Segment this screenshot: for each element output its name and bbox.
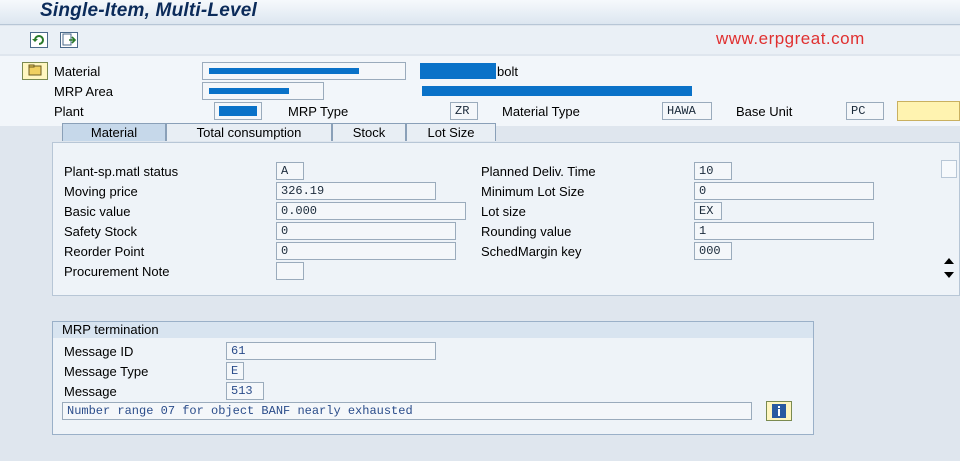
planned-deliv-time-label: Planned Deliv. Time [481,164,596,179]
mrp-area-label: MRP Area [54,84,114,99]
mrp-area-description-redacted [422,86,692,96]
material-description-redacted [420,63,496,79]
procurement-note-label: Procurement Note [64,264,170,279]
moving-price-field[interactable]: 326.19 [276,182,436,200]
message-number-field[interactable]: 513 [226,382,264,400]
message-info-button[interactable] [766,401,792,421]
basic-value-label: Basic value [64,204,131,219]
base-unit-highlight-field[interactable] [897,101,960,121]
mrp-type-field[interactable]: ZR [450,102,478,120]
moving-price-label: Moving price [64,184,138,199]
mrp-area-field[interactable] [202,82,324,100]
refresh-icon[interactable] [30,32,48,48]
message-label: Message [64,384,117,399]
scrollbar-thumb[interactable] [941,160,957,178]
watermark-text: www.erpgreat.com [716,29,865,48]
base-unit-field[interactable]: PC [846,102,884,120]
scroll-up-icon[interactable] [943,256,955,266]
message-type-label: Message Type [64,364,149,379]
material-select-icon[interactable] [22,62,48,80]
minimum-lot-size-label: Minimum Lot Size [481,184,585,199]
message-text-field[interactable]: Number range 07 for object BANF nearly e… [62,402,752,420]
reorder-point-field[interactable]: 0 [276,242,456,260]
mrp-termination-header [53,322,813,338]
material-label: Material [54,64,101,79]
procurement-note-field[interactable] [276,262,304,280]
material-type-field[interactable]: HAWA [662,102,712,120]
page-title: Single-Item, Multi-Level [40,0,257,21]
basic-value-field[interactable]: 0.000 [276,202,466,220]
mrp-type-label: MRP Type [288,104,349,119]
schedmargin-key-label: SchedMargin key [481,244,582,259]
message-id-label: Message ID [64,344,134,359]
plant-label: Plant [54,104,84,119]
reorder-point-label: Reorder Point [64,244,145,259]
rounding-value-label: Rounding value [481,224,572,239]
base-unit-label: Base Unit [736,104,793,119]
schedmargin-key-field[interactable]: 000 [694,242,732,260]
safety-stock-label: Safety Stock [64,224,137,239]
export-icon[interactable] [60,32,78,48]
vertical-scrollbar[interactable] [939,158,959,282]
plant-matl-status-field[interactable]: A [276,162,304,180]
lot-size-label: Lot size [481,204,526,219]
message-type-field[interactable]: E [226,362,244,380]
material-type-label: Material Type [502,104,580,119]
info-icon [772,404,786,418]
tab-stock[interactable]: Stock [332,123,406,141]
minimum-lot-size-field[interactable]: 0 [694,182,874,200]
tab-total-consumption[interactable]: Total consumption [166,123,332,141]
rounding-value-field[interactable]: 1 [694,222,874,240]
safety-stock-field[interactable]: 0 [276,222,456,240]
mrp-termination-title: MRP termination [62,322,159,337]
lot-size-field[interactable]: EX [694,202,722,220]
material-field[interactable] [202,62,406,80]
plant-matl-status-label: Plant-sp.matl status [64,164,179,179]
scroll-down-icon[interactable] [943,270,955,280]
message-id-field[interactable]: 61 [226,342,436,360]
material-description: bolt [497,64,518,79]
tab-material[interactable]: Material [62,123,166,141]
planned-deliv-time-field[interactable]: 10 [694,162,732,180]
plant-field[interactable] [214,102,262,120]
tab-lot-size[interactable]: Lot Size [406,123,496,141]
